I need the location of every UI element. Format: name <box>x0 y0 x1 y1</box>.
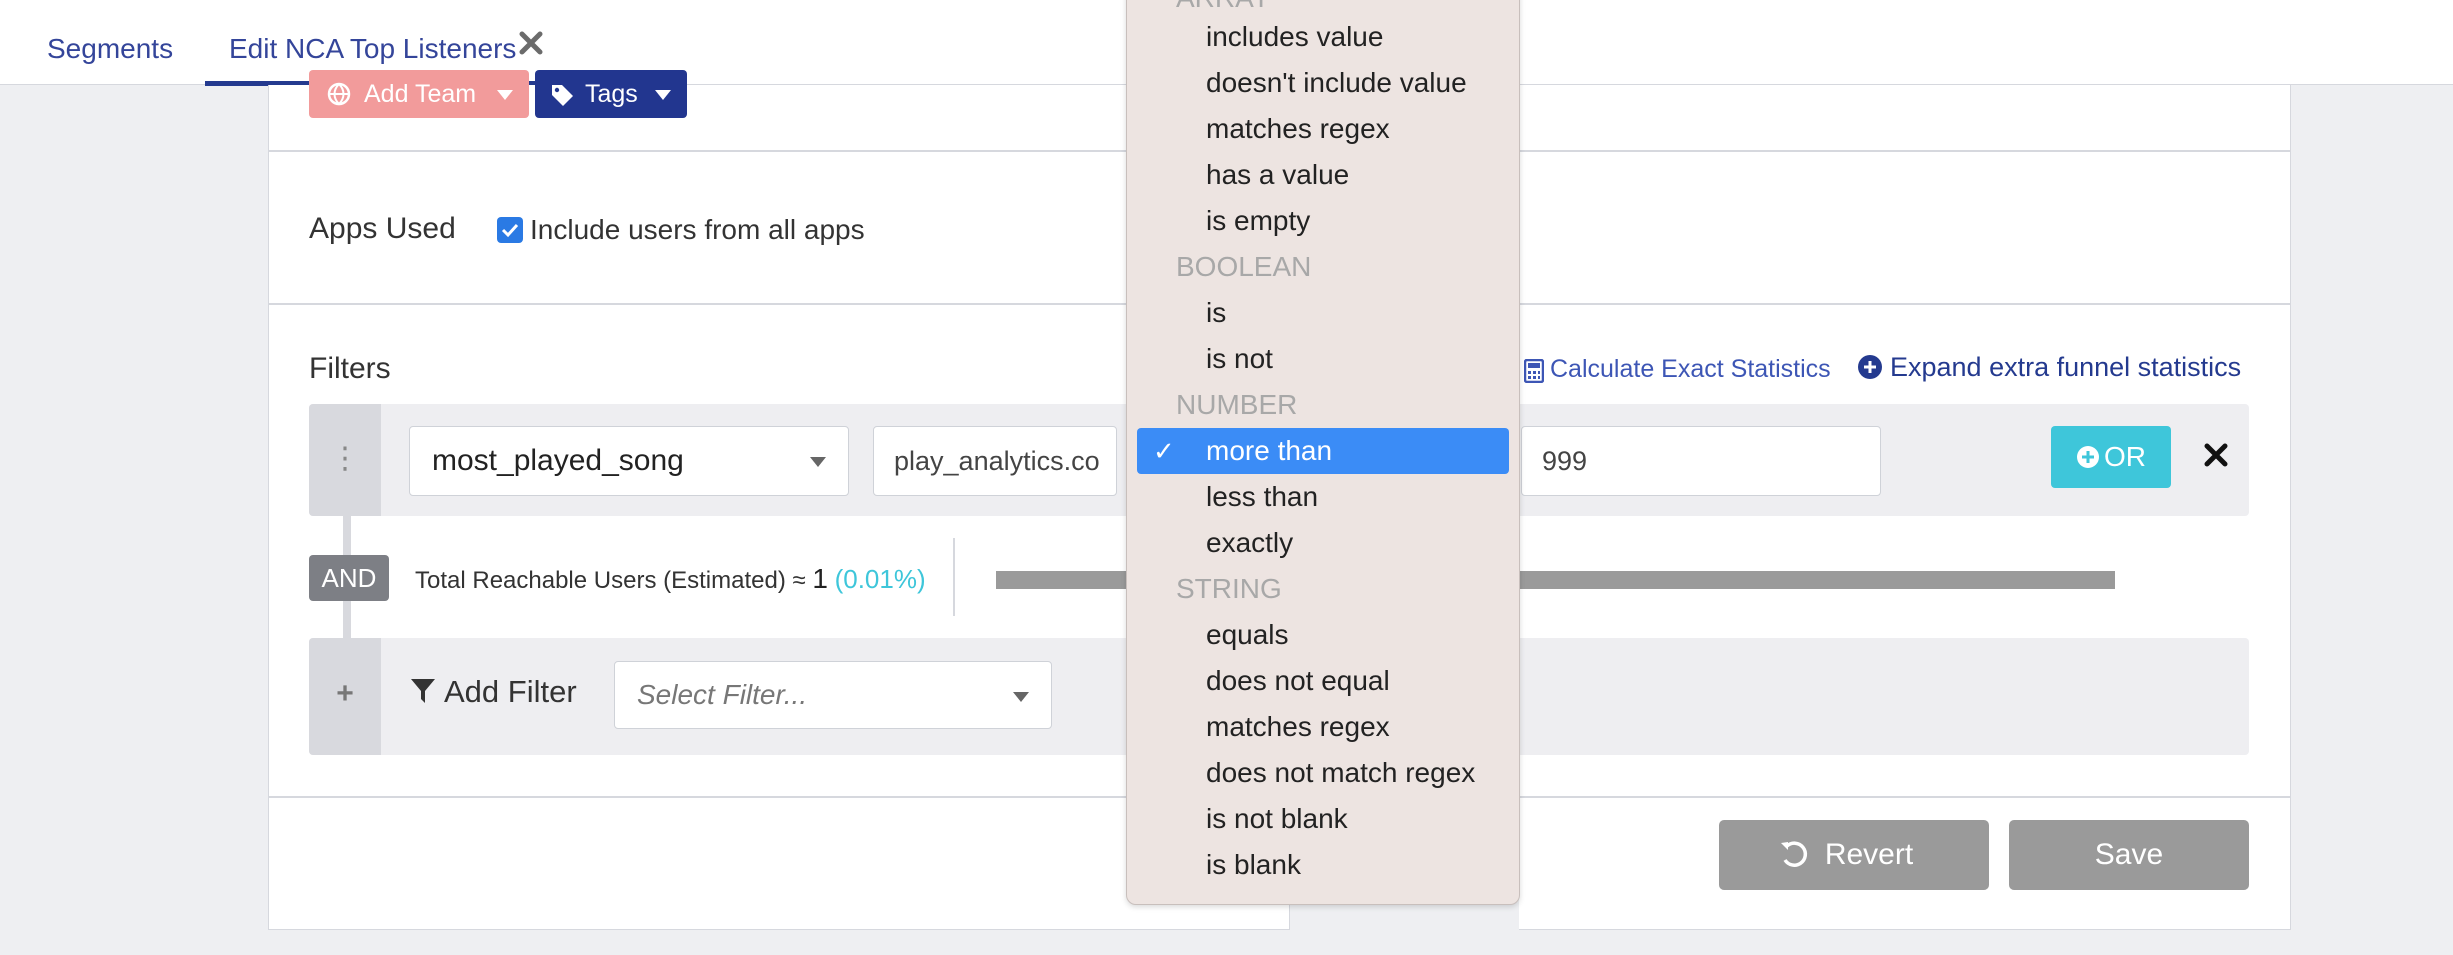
select-filter-dropdown[interactable]: Select Filter... <box>614 661 1052 729</box>
chevron-down-icon <box>1013 692 1029 702</box>
drag-handle-icon[interactable]: ⋮ <box>309 404 381 516</box>
divider <box>953 538 955 616</box>
or-label: OR <box>2104 441 2146 472</box>
tags-label: Tags <box>585 80 638 108</box>
plus-circle-icon <box>1858 355 1882 379</box>
dropdown-option[interactable]: matches regex <box>1127 106 1519 152</box>
dropdown-option[interactable]: is empty <box>1127 198 1519 244</box>
dropdown-group-heading: NUMBER <box>1176 389 1298 420</box>
dropdown-group-heading: BOOLEAN <box>1176 251 1312 282</box>
expand-funnel-statistics-label: Expand extra funnel statistics <box>1890 352 2242 382</box>
source-input[interactable]: play_analytics.co <box>873 426 1117 496</box>
apps-used-label: Apps Used <box>309 212 456 245</box>
funnel-icon <box>411 679 435 703</box>
revert-label: Revert <box>1824 838 1914 871</box>
add-filter-label: Add Filter <box>444 674 577 709</box>
dropdown-option[interactable]: is blank <box>1127 842 1519 888</box>
include-all-apps-label[interactable]: Include users from all apps <box>530 214 865 246</box>
revert-button[interactable]: Revert <box>1719 820 1989 890</box>
dropdown-option[interactable]: exactly <box>1127 520 1519 566</box>
dropdown-option[interactable]: does not match regex <box>1127 750 1519 796</box>
dropdown-option[interactable]: doesn't include value <box>1127 60 1519 106</box>
reachable-users-percent: (0.01%) <box>834 564 926 594</box>
dropdown-option-selected[interactable]: ✓ more than <box>1137 428 1509 474</box>
chevron-down-icon <box>810 457 826 467</box>
plus-icon[interactable]: + <box>309 638 381 755</box>
undo-icon <box>1781 841 1808 867</box>
tag-icon <box>552 85 573 106</box>
property-select-value: most_played_song <box>432 444 684 477</box>
calculator-icon <box>1524 359 1544 383</box>
and-badge: AND <box>309 555 389 601</box>
check-icon <box>501 223 519 238</box>
tab-segments[interactable]: Segments <box>47 0 173 85</box>
add-team-button[interactable]: Add Team <box>309 70 529 118</box>
chevron-down-icon <box>655 90 671 100</box>
save-button[interactable]: Save <box>2009 820 2249 890</box>
expand-funnel-statistics-link[interactable]: Expand extra funnel statistics <box>1858 352 2242 383</box>
dropdown-option[interactable]: does not equal <box>1127 658 1519 704</box>
dropdown-option[interactable]: has a value <box>1127 152 1519 198</box>
dropdown-option[interactable]: matches regex <box>1127 704 1519 750</box>
select-filter-placeholder: Select Filter... <box>637 679 808 710</box>
add-team-label: Add Team <box>364 80 477 108</box>
dropdown-group-heading: STRING <box>1176 573 1282 604</box>
reachable-users-label: Total Reachable Users (Estimated) ≈ <box>415 567 806 594</box>
property-select[interactable]: most_played_song <box>409 426 849 496</box>
dropdown-option[interactable]: is not <box>1127 336 1519 382</box>
or-button[interactable]: OR <box>2051 426 2171 488</box>
remove-filter-icon[interactable] <box>2202 441 2230 469</box>
dropdown-option[interactable]: equals <box>1127 612 1519 658</box>
plus-circle-icon <box>2077 446 2099 468</box>
dropdown-option-label: more than <box>1206 435 1333 466</box>
dropdown-option[interactable]: less than <box>1127 474 1519 520</box>
tab-edit-label: Edit NCA Top Listeners <box>229 33 517 64</box>
reachable-users-summary: Total Reachable Users (Estimated) ≈ 1 (0… <box>415 563 926 595</box>
calculate-exact-statistics-label: Calculate Exact Statistics <box>1550 355 1831 383</box>
dropdown-option[interactable]: is <box>1127 290 1519 336</box>
include-all-apps-checkbox[interactable] <box>497 217 523 243</box>
filters-label: Filters <box>309 352 391 385</box>
chevron-down-icon <box>497 90 513 100</box>
reachable-users-count: 1 <box>812 563 828 594</box>
operator-dropdown-menu: ARRAY includes value doesn't include val… <box>1126 0 1520 905</box>
add-filter-heading: Add Filter <box>410 674 577 710</box>
dropdown-option[interactable]: includes value <box>1127 14 1519 60</box>
globe-icon <box>327 82 351 106</box>
dropdown-option[interactable]: is not blank <box>1127 796 1519 842</box>
check-icon: ✓ <box>1153 436 1175 466</box>
value-input[interactable]: 999 <box>1521 426 1881 496</box>
close-icon[interactable] <box>518 30 544 56</box>
calculate-exact-statistics-link[interactable]: Calculate Exact Statistics <box>1524 355 1831 384</box>
tags-button[interactable]: Tags <box>535 70 687 118</box>
